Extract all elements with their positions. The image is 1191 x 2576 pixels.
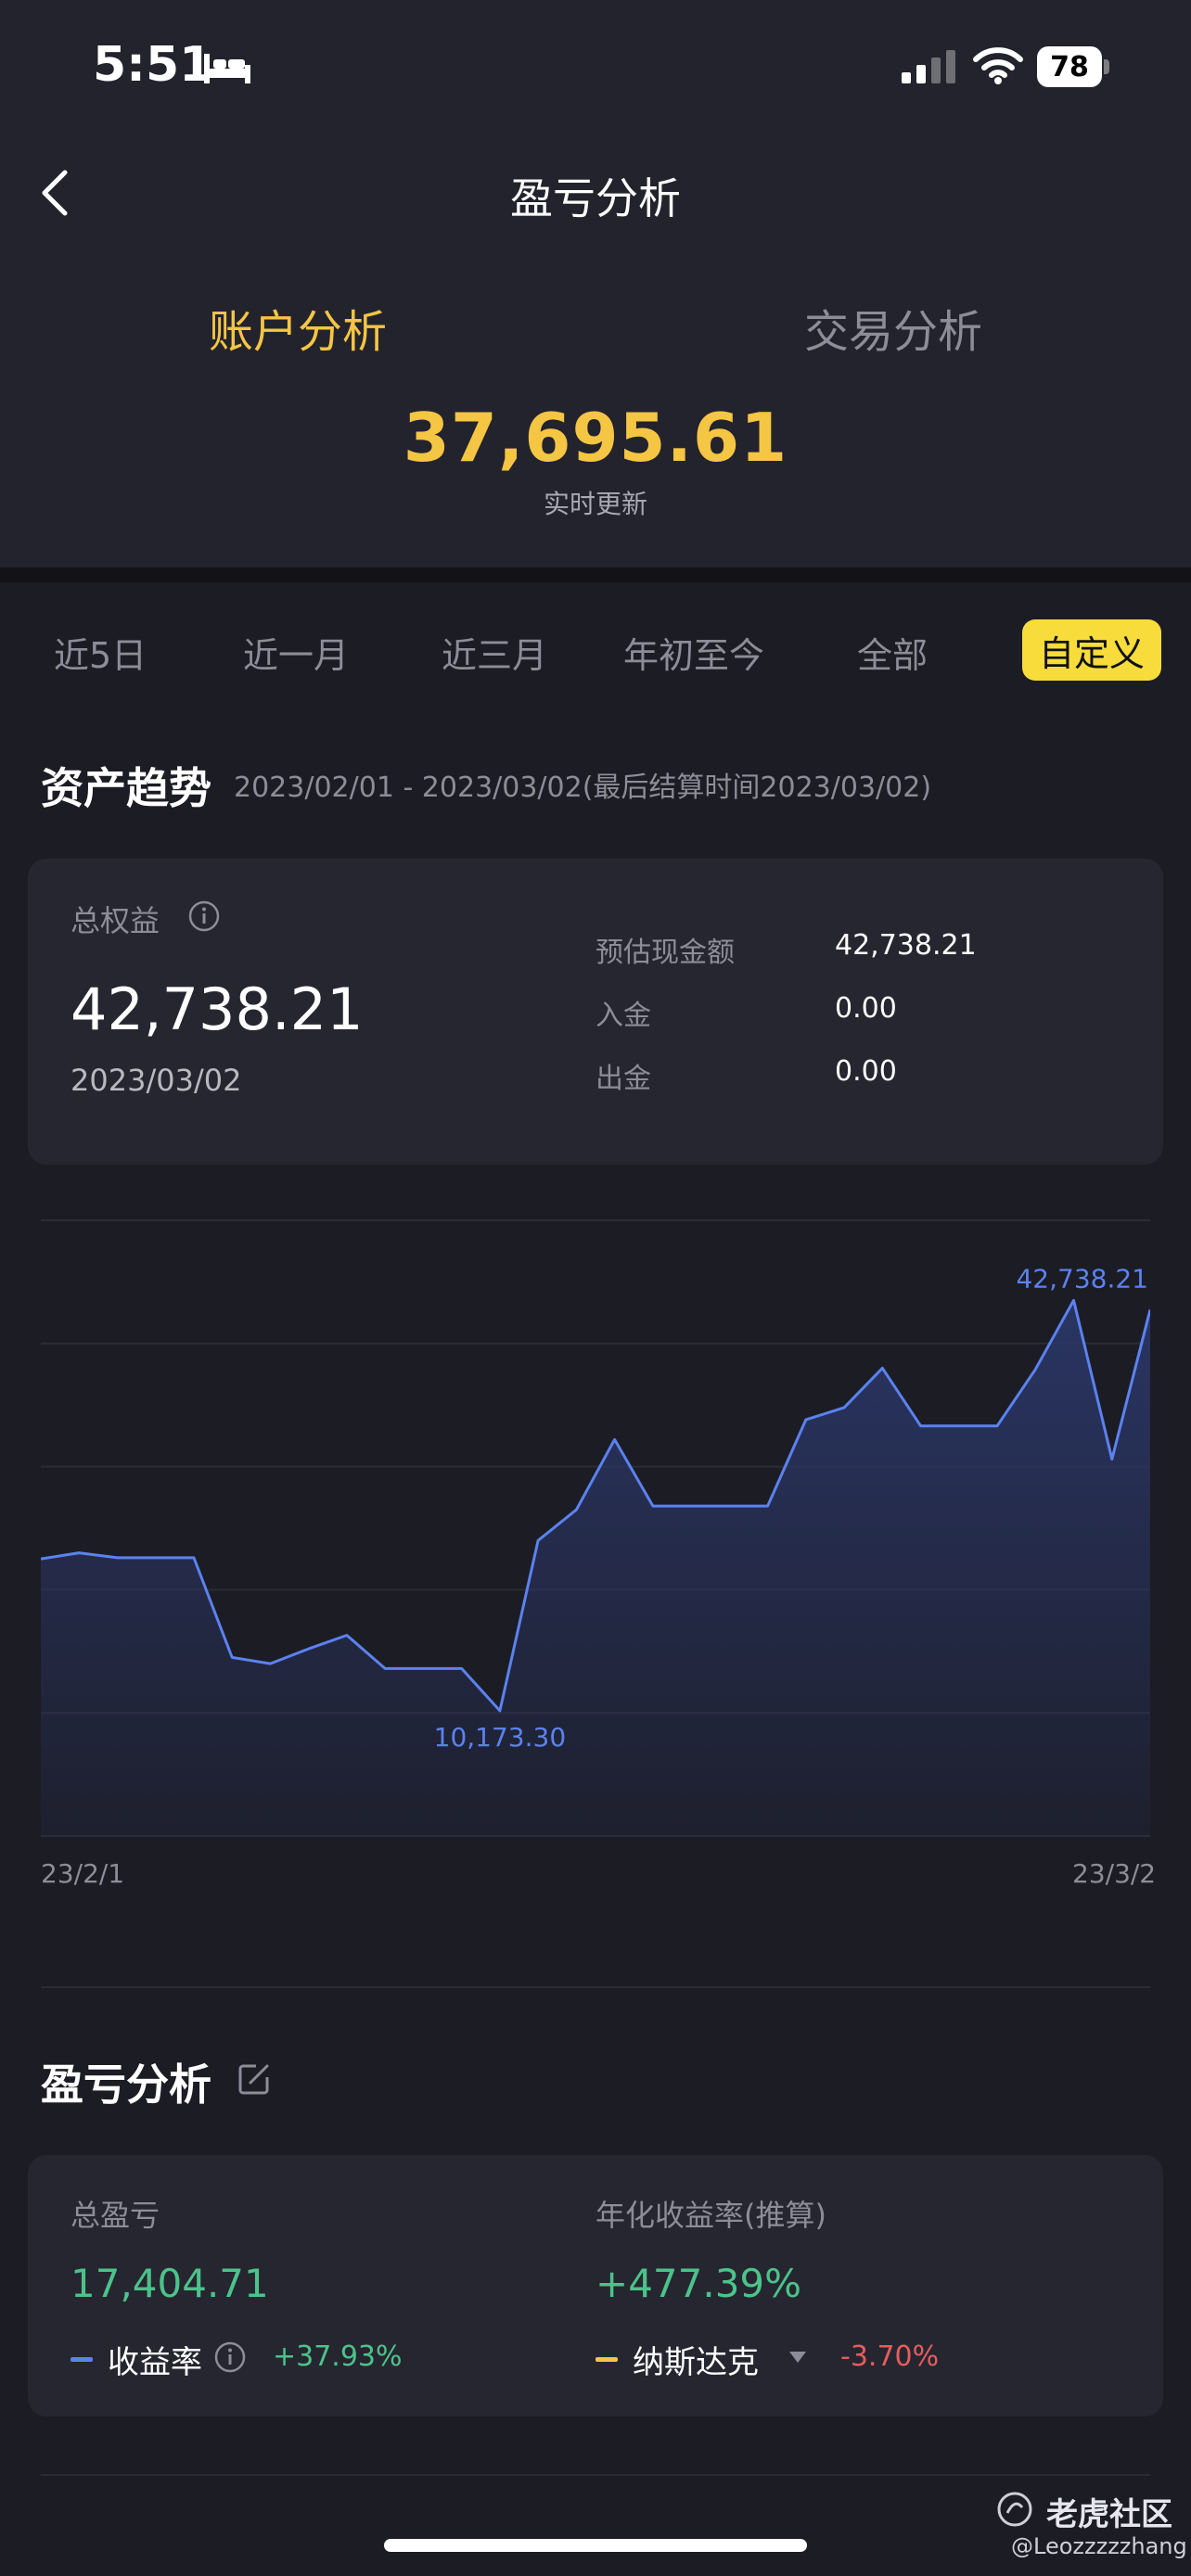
chart-min-label: 10,173.30 (434, 1722, 567, 1753)
total-pnl-value: 17,404.71 (70, 2261, 269, 2306)
asset-trend-chart[interactable]: 42,738.21 10,173.30 (41, 1205, 1150, 1873)
range-tab-5d[interactable]: 近5日 (54, 627, 147, 678)
equity-card: 总权益 42,738.21 2023/03/02 预估现金额 42,738.21… (28, 859, 1163, 1165)
benchmark-legend-swatch (596, 2357, 618, 2362)
benchmark-value: -3.70% (840, 2340, 940, 2373)
realtime-balance: 37,695.61 (403, 399, 788, 477)
cellular-signal-icon (902, 50, 955, 83)
wifi-icon (973, 47, 1023, 84)
annual-return-value: +477.39% (596, 2261, 802, 2306)
range-tab-all[interactable]: 全部 (857, 627, 928, 678)
tab-account-analysis[interactable]: 账户分析 (0, 295, 596, 360)
deposit-value: 0.00 (835, 992, 897, 1025)
total-equity-value: 42,738.21 (70, 976, 364, 1043)
watermark-brand: 老虎社区 (1046, 2496, 1172, 2533)
rate-label: 收益率 (108, 2344, 202, 2381)
range-tab-3m[interactable]: 近三月 (442, 627, 547, 678)
sleep-focus-icon (204, 54, 250, 83)
edit-icon[interactable] (236, 2060, 273, 2098)
page-title: 盈亏分析 (510, 173, 681, 223)
deposit-label: 入金 (596, 1000, 651, 1032)
asset-trend-range: 2023/02/01 - 2023/03/02(最后结算时间2023/03/02… (234, 772, 932, 804)
pnl-title: 盈亏分析 (41, 2060, 211, 2110)
range-tab-custom[interactable]: 自定义 (1022, 619, 1161, 681)
chart-area-fill (41, 1300, 1150, 1836)
dropdown-caret-icon[interactable] (787, 2348, 809, 2366)
x-axis-start-label: 23/2/1 (41, 1858, 125, 1889)
annual-return-label: 年化收益率(推算) (596, 2198, 826, 2233)
tiger-community-logo-icon (997, 2492, 1032, 2527)
divider (41, 1986, 1150, 1988)
home-indicator[interactable] (384, 2539, 807, 2552)
watermark-user: @Leozzzzzhang (1011, 2533, 1187, 2559)
total-pnl-label: 总盈亏 (70, 2198, 160, 2233)
est-cash-value: 42,738.21 (835, 929, 977, 962)
rate-legend-swatch (70, 2357, 93, 2362)
total-equity-label: 总权益 (70, 903, 160, 938)
pnl-card: 总盈亏 17,404.71 收益率 +37.93% 年化收益率(推算) +477… (28, 2155, 1163, 2417)
x-axis-end-label: 23/3/2 (1072, 1858, 1157, 1889)
tab-trade-analysis[interactable]: 交易分析 (596, 295, 1191, 360)
range-tab-ytd[interactable]: 年初至今 (623, 627, 764, 678)
battery-level: 78 (1037, 46, 1102, 87)
section-divider (0, 567, 1191, 582)
info-icon[interactable] (213, 2340, 247, 2374)
rate-value: +37.93% (273, 2340, 403, 2373)
withdraw-label: 出金 (596, 1063, 651, 1095)
total-equity-date: 2023/03/02 (70, 1063, 242, 1098)
benchmark-label[interactable]: 纳斯达克 (633, 2337, 759, 2382)
info-icon[interactable] (187, 899, 221, 933)
divider (41, 2474, 1150, 2476)
realtime-update-label: 实时更新 (543, 489, 647, 519)
est-cash-label: 预估现金额 (596, 937, 735, 969)
chart-max-label: 42,738.21 (1016, 1263, 1148, 1294)
withdraw-value: 0.00 (835, 1055, 897, 1088)
asset-trend-title: 资产趋势 (41, 763, 211, 813)
range-tab-1m[interactable]: 近一月 (243, 627, 349, 678)
status-time: 5:51 (93, 37, 213, 93)
battery-icon: 78 (1037, 46, 1109, 87)
